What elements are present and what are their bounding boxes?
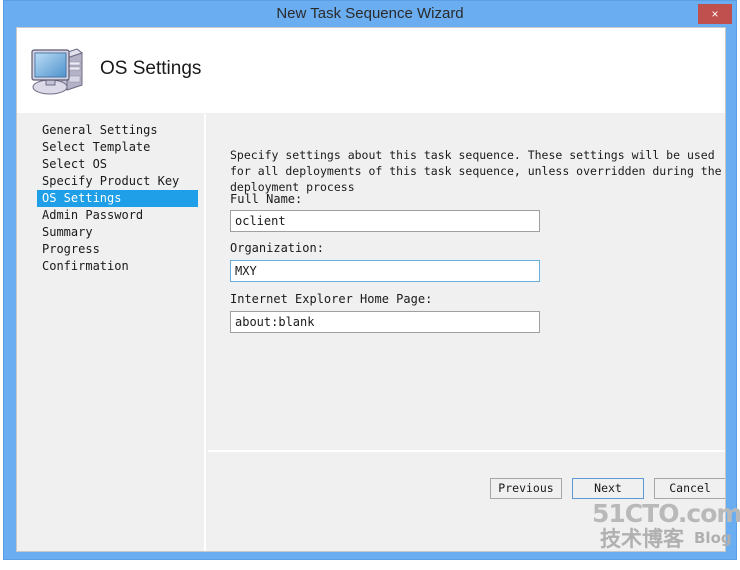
title-bar: New Task Sequence Wizard × bbox=[4, 1, 736, 27]
page-description: Specify settings about this task sequenc… bbox=[230, 148, 722, 194]
close-icon: × bbox=[711, 7, 719, 21]
wizard-window: New Task Sequence Wizard × OS Settings G… bbox=[3, 0, 740, 560]
header-banner: OS Settings bbox=[17, 28, 725, 113]
sidebar-item-summary[interactable]: Summary bbox=[37, 224, 198, 241]
organization-label: Organization: bbox=[230, 241, 324, 255]
footer-bar: Previous Next Cancel bbox=[208, 452, 725, 551]
previous-button[interactable]: Previous bbox=[490, 478, 562, 499]
page-title: OS Settings bbox=[100, 58, 202, 79]
close-button[interactable]: × bbox=[698, 4, 732, 24]
cancel-button[interactable]: Cancel bbox=[654, 478, 725, 499]
sidebar-item-os-settings[interactable]: OS Settings bbox=[37, 190, 198, 207]
sidebar-item-specify-product-key[interactable]: Specify Product Key bbox=[37, 173, 198, 190]
dialog-body: OS Settings General Settings Select Temp… bbox=[16, 27, 726, 552]
ie-home-page-input[interactable] bbox=[230, 311, 540, 333]
computer-icon bbox=[31, 48, 84, 95]
window-title: New Task Sequence Wizard bbox=[276, 5, 464, 22]
wizard-step-list: General Settings Select Template Select … bbox=[17, 114, 206, 551]
sidebar-item-general-settings[interactable]: General Settings bbox=[37, 122, 198, 139]
sidebar-item-admin-password[interactable]: Admin Password bbox=[37, 207, 198, 224]
organization-input[interactable] bbox=[230, 260, 540, 282]
sidebar-item-select-template[interactable]: Select Template bbox=[37, 139, 198, 156]
next-button[interactable]: Next bbox=[572, 478, 644, 499]
sidebar-item-confirmation[interactable]: Confirmation bbox=[37, 258, 198, 275]
sidebar-item-select-os[interactable]: Select OS bbox=[37, 156, 198, 173]
full-name-input[interactable] bbox=[230, 210, 540, 232]
ie-home-page-label: Internet Explorer Home Page: bbox=[230, 292, 433, 306]
full-name-label: Full Name: bbox=[230, 192, 303, 206]
sidebar-item-progress[interactable]: Progress bbox=[37, 241, 198, 258]
